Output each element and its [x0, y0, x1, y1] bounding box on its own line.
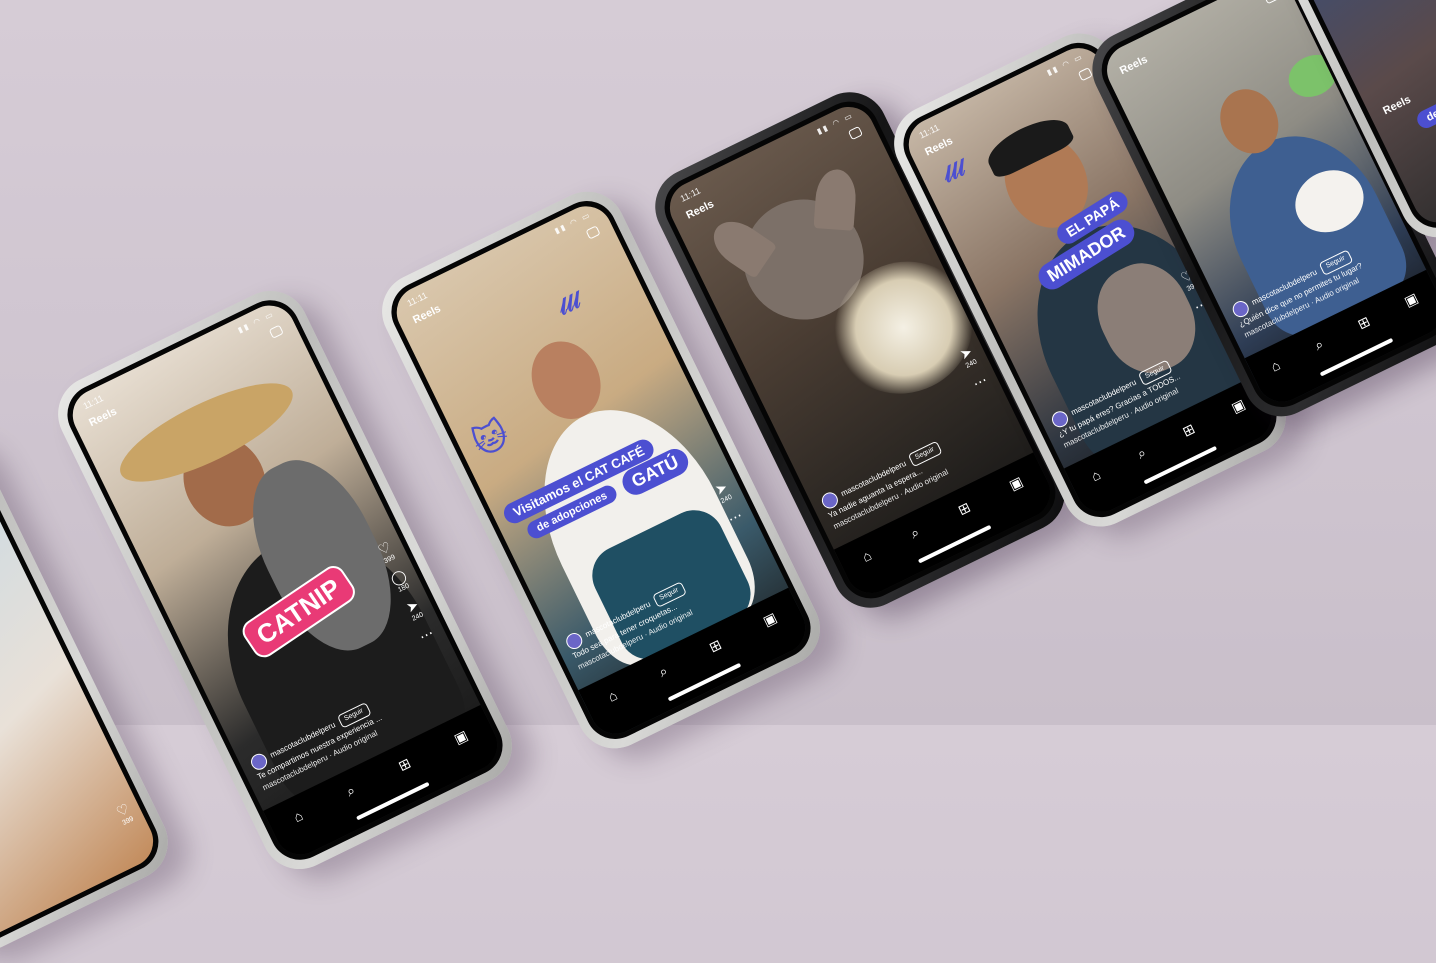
plus-square-icon[interactable]: ⊞ — [706, 636, 724, 656]
plus-square-icon[interactable]: ⊞ — [1180, 420, 1198, 440]
search-icon[interactable]: ⌕ — [1312, 336, 1327, 355]
home-indicator — [667, 662, 742, 702]
plus-square-icon[interactable]: ⊞ — [955, 499, 973, 519]
reels-title[interactable]: Reels — [1381, 94, 1413, 118]
home-indicator — [356, 781, 430, 821]
search-icon[interactable]: ⌕ — [344, 782, 359, 801]
search-icon[interactable]: ⌕ — [1134, 444, 1149, 463]
reels-icon[interactable]: ▣ — [1402, 289, 1421, 310]
reels-icon[interactable]: ▣ — [1229, 396, 1248, 417]
reels-icon[interactable]: ▣ — [760, 609, 779, 630]
mockup-scene: ♡ 399 11:11 ▮▮ ◠ ▭ Reels CATNIP ♡ 399 ◯ 180 … — [0, 0, 1436, 963]
home-indicator — [1319, 337, 1394, 377]
plus-square-icon[interactable]: ⊞ — [1355, 313, 1373, 333]
home-icon[interactable]: ⌂ — [1088, 466, 1103, 484]
search-icon[interactable]: ⌕ — [656, 662, 671, 681]
reels-icon[interactable]: ▣ — [1006, 473, 1025, 494]
home-icon[interactable]: ⌂ — [291, 807, 306, 825]
home-icon[interactable]: ⌂ — [859, 547, 874, 565]
home-indicator — [1143, 445, 1218, 485]
home-icon[interactable]: ⌂ — [1268, 357, 1283, 375]
search-icon[interactable]: ⌕ — [908, 524, 923, 543]
home-icon[interactable]: ⌂ — [605, 687, 620, 705]
home-indicator — [917, 524, 992, 564]
like-button[interactable]: ♡ 399 — [114, 800, 135, 827]
reels-icon[interactable]: ▣ — [451, 727, 470, 748]
plus-square-icon[interactable]: ⊞ — [396, 755, 414, 775]
